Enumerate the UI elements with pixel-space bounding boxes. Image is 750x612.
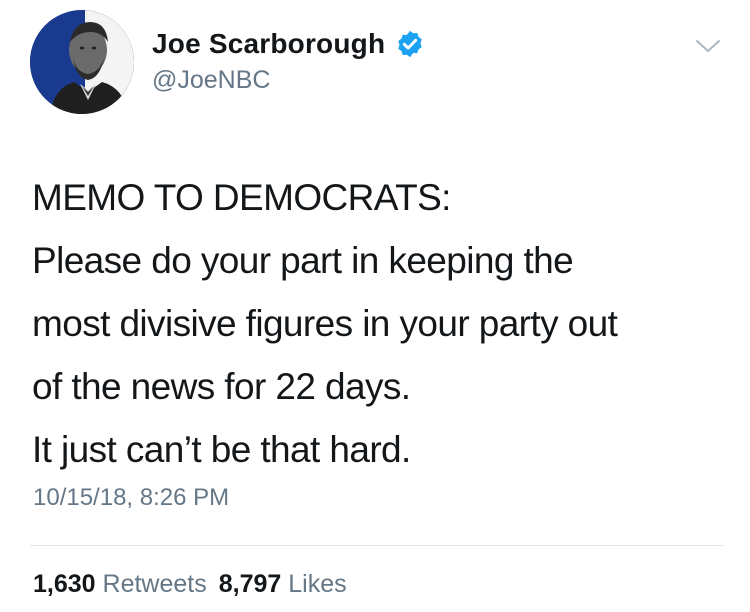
- retweets-stat[interactable]: 1,630 Retweets: [33, 570, 207, 599]
- author-handle[interactable]: @JoeNBC: [152, 66, 270, 95]
- tweet-card: Joe Scarborough @JoeNBC MEMO TO DEMOCRAT…: [0, 0, 750, 612]
- lincoln-portrait-image: [30, 10, 134, 114]
- likes-stat[interactable]: 8,797 Likes: [219, 570, 347, 599]
- chevron-down-icon[interactable]: [693, 34, 723, 58]
- tweet-timestamp[interactable]: 10/15/18, 8:26 PM: [33, 484, 229, 512]
- verified-badge-icon: [395, 29, 425, 59]
- retweets-label: Retweets: [102, 570, 207, 598]
- tweet-line: MEMO TO DEMOCRATS:: [32, 177, 451, 218]
- likes-count: 8,797: [218, 570, 282, 598]
- tweet-line: of the news for 22 days.: [32, 366, 411, 407]
- author-name-row: Joe Scarborough: [152, 24, 425, 64]
- retweets-count: 1,630: [33, 570, 96, 598]
- tweet-line: most divisive figures in your party out: [32, 303, 618, 344]
- tweet-text: MEMO TO DEMOCRATS: Please do your part i…: [32, 166, 732, 481]
- engagement-stats: 1,630 Retweets 8,797 Likes: [33, 570, 347, 599]
- tweet-line: Please do your part in keeping the: [32, 240, 574, 281]
- avatar[interactable]: [30, 10, 134, 114]
- tweet-line: It just can’t be that hard.: [32, 429, 411, 470]
- author-name[interactable]: Joe Scarborough: [152, 28, 385, 60]
- divider: [30, 545, 724, 546]
- likes-label: Likes: [288, 570, 347, 598]
